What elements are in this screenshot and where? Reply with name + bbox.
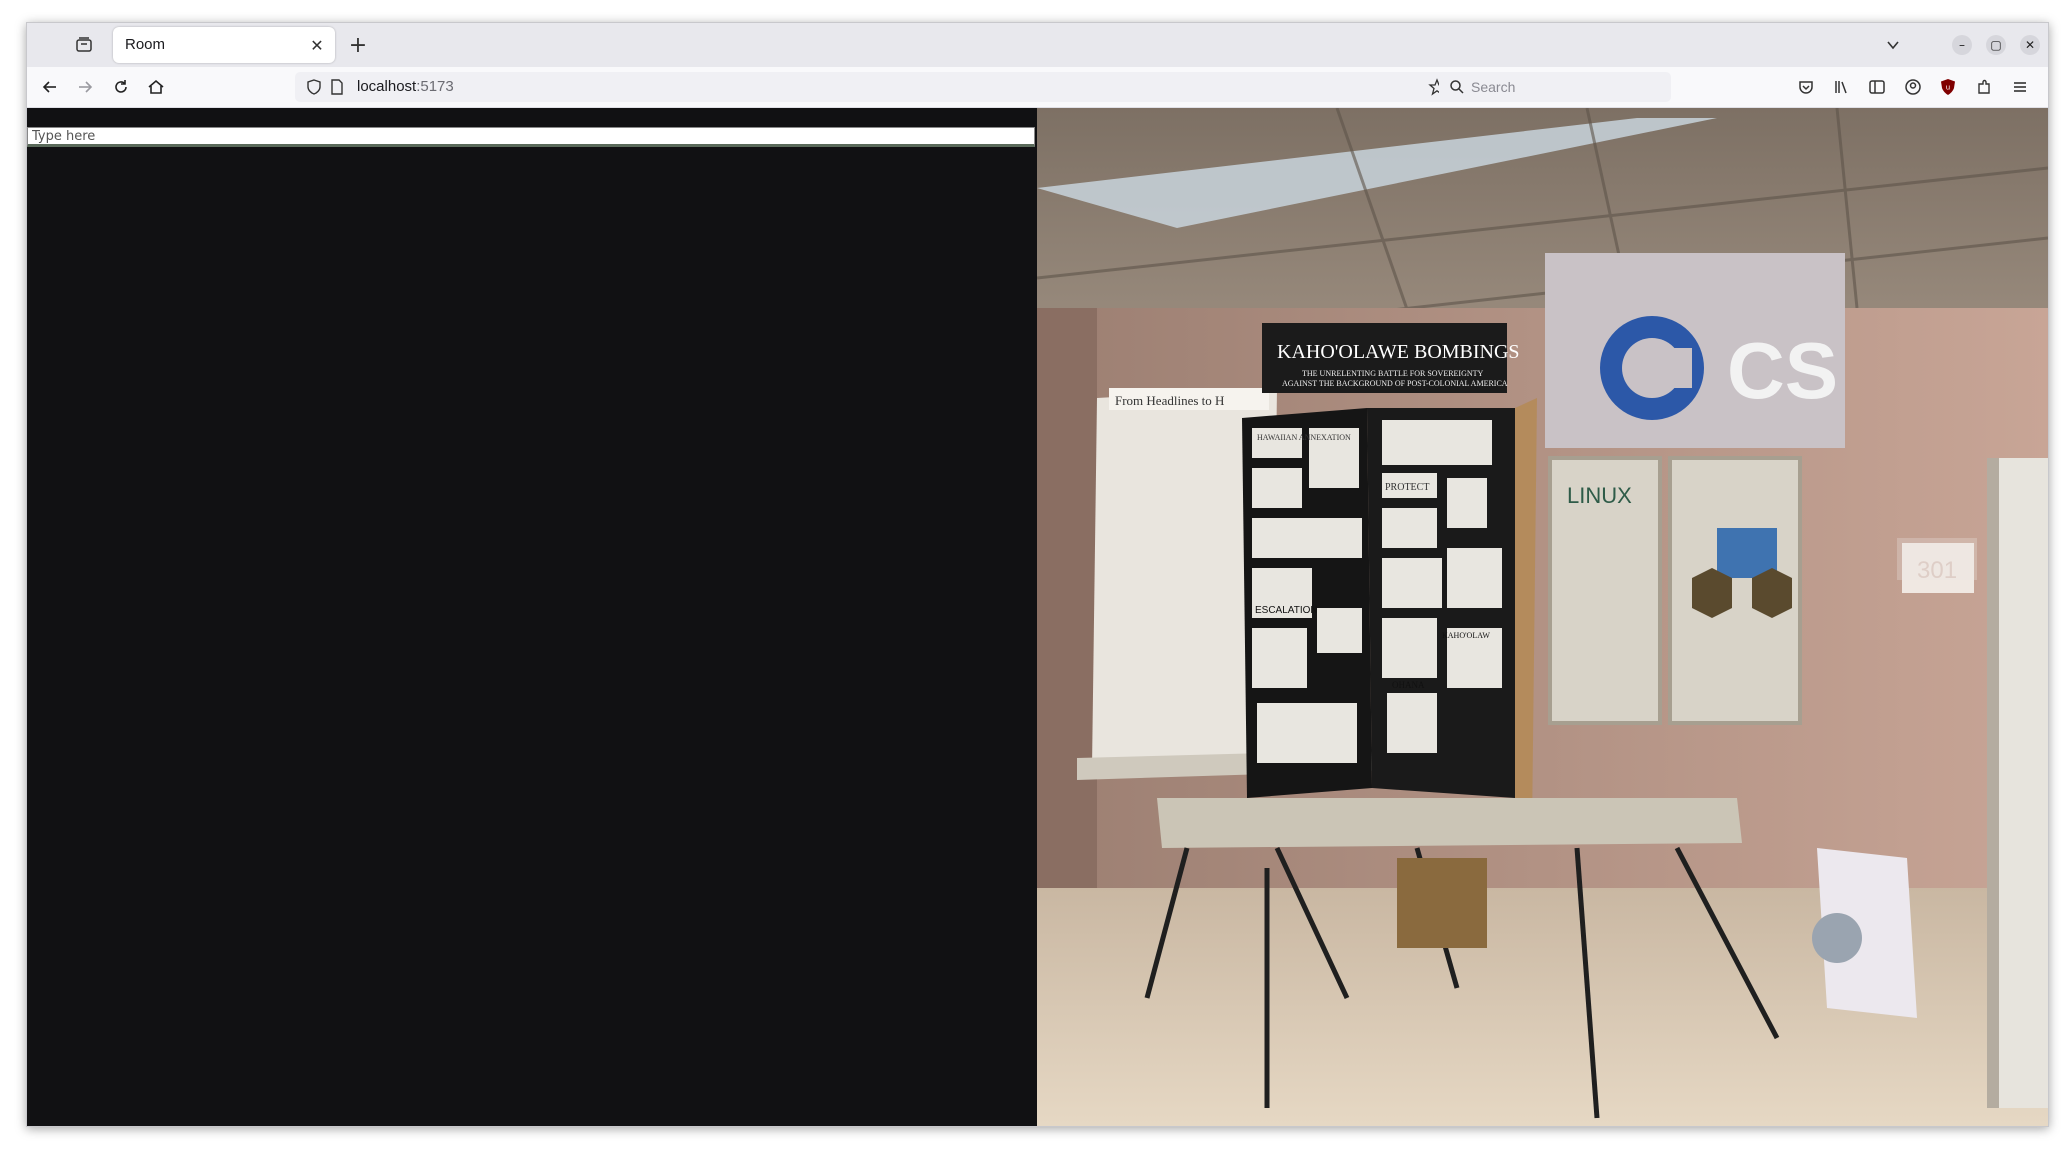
url-host: localhost xyxy=(357,78,417,95)
escalation-label: ESCALATION xyxy=(1255,605,1318,616)
pocket-button[interactable] xyxy=(1793,74,1819,100)
mosaic-label: CS xyxy=(1727,326,1838,415)
back-button[interactable] xyxy=(37,74,63,100)
board-subtitle-2: AGAINST THE BACKGROUND OF POST-COLONIAL … xyxy=(1282,379,1508,388)
firefox-view-icon xyxy=(76,37,92,52)
page-info-icon[interactable] xyxy=(329,78,345,96)
library-button[interactable] xyxy=(1828,74,1854,100)
ohana-label: OHANA xyxy=(1392,680,1425,690)
arrow-left-icon xyxy=(42,81,56,93)
home-icon xyxy=(148,79,164,94)
firefox-view-button[interactable] xyxy=(71,32,97,58)
ublock-button[interactable]: u xyxy=(1935,74,1961,100)
chat-panel xyxy=(27,108,1037,1126)
url-port: :5173 xyxy=(416,78,454,95)
library-icon xyxy=(1835,81,1847,94)
search-placeholder: Search xyxy=(1471,79,1516,95)
tab-room[interactable]: Room ✕ xyxy=(113,27,335,63)
board-subtitle-1: THE UNRELENTING BATTLE FOR SOVEREIGNTY xyxy=(1302,369,1484,378)
maximize-button[interactable]: ▢ xyxy=(1986,35,2006,55)
forward-button[interactable] xyxy=(72,74,98,100)
ublock-shield-icon: u xyxy=(1941,79,1955,95)
case-label: LINUX xyxy=(1567,483,1632,508)
room-viewer[interactable]: CS LINUX 301 From Headlines to H KAHO'OL… xyxy=(1037,108,2048,1126)
reload-button[interactable] xyxy=(108,74,134,100)
sidebar-icon xyxy=(1869,80,1885,94)
account-icon xyxy=(1905,79,1921,95)
tracking-protection-icon[interactable] xyxy=(305,78,323,96)
tab-close-icon[interactable]: ✕ xyxy=(307,35,327,55)
extensions-button[interactable] xyxy=(1971,74,1997,100)
pocket-icon xyxy=(1799,81,1813,94)
annexation-label: HAWAIIAN ANNEXATION xyxy=(1257,433,1351,442)
board-title: KAHO'OLAWE BOMBINGS xyxy=(1277,341,1520,363)
chevron-down-icon xyxy=(1887,41,1899,50)
room-scene-image: CS LINUX 301 From Headlines to H KAHO'OL… xyxy=(1037,108,2048,1126)
new-tab-button[interactable]: + xyxy=(345,32,371,58)
minimize-button[interactable]: – xyxy=(1952,35,1972,55)
message-input[interactable] xyxy=(27,127,1035,147)
puzzle-icon xyxy=(1978,79,1990,94)
menu-button[interactable] xyxy=(2007,74,2033,100)
tab-strip: Room ✕ + – ▢ ✕ xyxy=(27,23,2048,67)
svg-text:u: u xyxy=(1946,84,1950,92)
left-board-title: From Headlines to H xyxy=(1115,393,1224,408)
browser-window: Room ✕ + – ▢ ✕ localhost:5173 Search u T… xyxy=(26,22,2049,1127)
home-button[interactable] xyxy=(143,74,169,100)
nav-bar: localhost:5173 Search u xyxy=(27,67,2048,108)
sidebar-button[interactable] xyxy=(1864,74,1890,100)
account-button[interactable] xyxy=(1900,74,1926,100)
kahoolawe-label: KAHO'OLAW xyxy=(1442,631,1490,640)
search-bar[interactable]: Search xyxy=(1439,72,1671,102)
list-all-tabs-button[interactable] xyxy=(1881,33,1905,57)
reload-icon xyxy=(115,80,127,93)
protect-label: PROTECT xyxy=(1385,482,1429,493)
arrow-right-icon xyxy=(79,81,93,93)
url-text[interactable]: localhost:5173 xyxy=(357,78,454,95)
close-window-button[interactable]: ✕ xyxy=(2020,35,2040,55)
tab-title: Room xyxy=(125,36,166,53)
page-content: CS LINUX 301 From Headlines to H xyxy=(27,108,2048,1126)
search-icon xyxy=(1449,79,1465,95)
url-bar[interactable]: localhost:5173 xyxy=(295,72,1456,102)
hamburger-menu-icon xyxy=(2014,82,2026,92)
